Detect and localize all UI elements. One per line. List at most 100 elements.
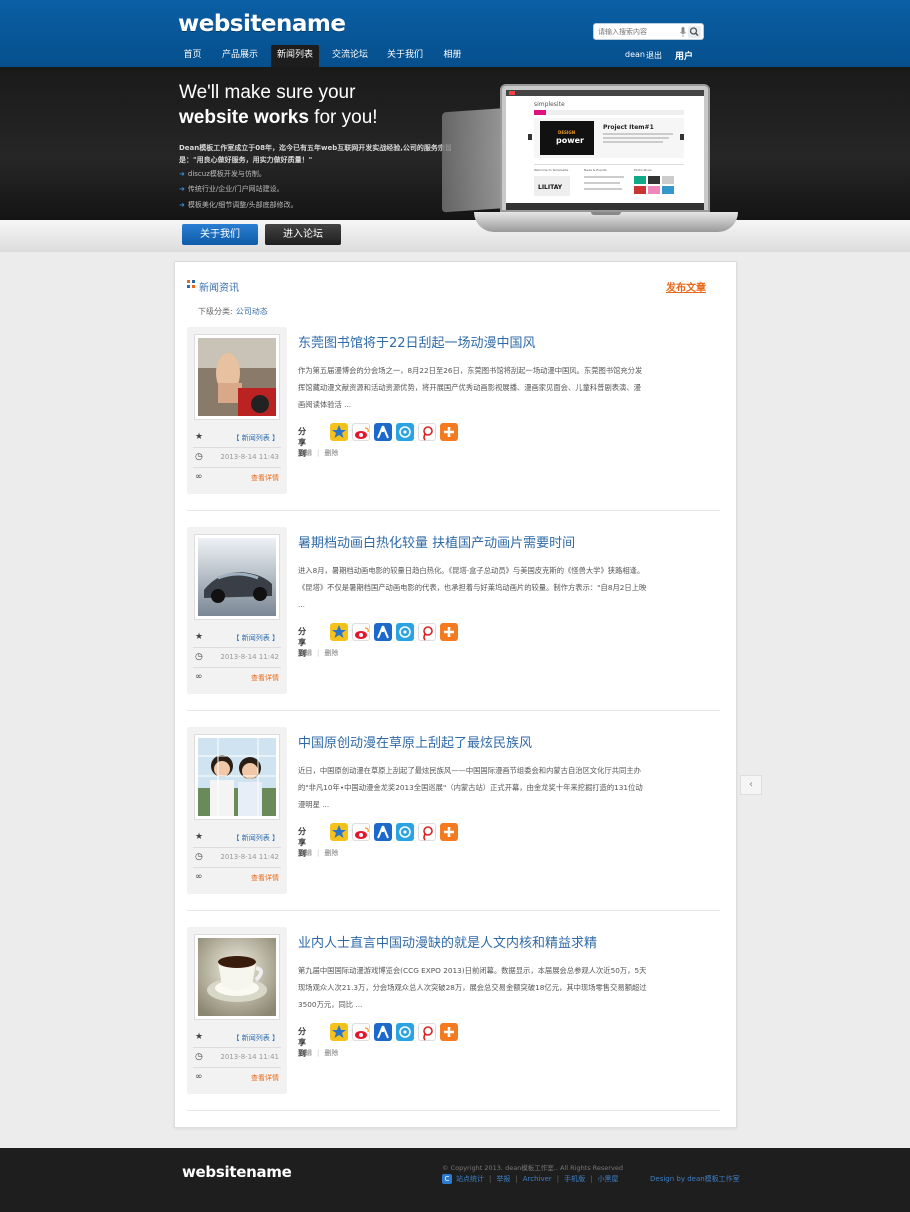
footer-link-stats[interactable]: 站点统计 xyxy=(456,1175,484,1183)
feature-text: 传统行业/企业/门户网站建设。 xyxy=(187,185,284,193)
footer-link-mobile[interactable]: 手机版 xyxy=(564,1175,585,1183)
edit-link[interactable]: 编辑 xyxy=(298,449,312,457)
weibo-icon[interactable] xyxy=(352,823,370,841)
more-share-icon[interactable] xyxy=(440,1023,458,1041)
feature-item: ➜ discuz模板开发与仿制。 xyxy=(179,169,266,179)
date-row: ◷ 2013-8-14 11:43 xyxy=(193,451,281,467)
nav-about[interactable]: 关于我们 xyxy=(381,45,429,67)
tencent-weibo-icon[interactable] xyxy=(418,1023,436,1041)
enter-forum-button[interactable]: 进入论坛 xyxy=(265,224,341,245)
article-thumbnail[interactable] xyxy=(194,934,280,1020)
microphone-icon[interactable] xyxy=(680,27,686,37)
more-share-icon[interactable] xyxy=(440,423,458,441)
edit-link[interactable]: 编辑 xyxy=(298,849,312,857)
divider xyxy=(193,447,281,448)
subcategory-link[interactable]: 公司动态 xyxy=(236,307,268,316)
article-thumbnail[interactable] xyxy=(194,534,280,620)
pengyou-icon[interactable] xyxy=(396,623,414,641)
hero-intro: Dean模板工作室成立于08年，迄今已有五年web互联网开发实战经验,公司的服务… xyxy=(179,144,452,164)
qzone-icon[interactable] xyxy=(330,423,348,441)
view-details-link[interactable]: 查看详情 xyxy=(251,673,279,683)
separator: | xyxy=(317,849,320,857)
edit-link[interactable]: 编辑 xyxy=(298,1049,312,1057)
category-link[interactable]: 【 新闻列表 】 xyxy=(233,1033,279,1043)
delete-link[interactable]: 删除 xyxy=(324,449,338,457)
pengyou-icon[interactable] xyxy=(396,823,414,841)
article-date: 2013-8-14 11:42 xyxy=(220,853,279,861)
design-credit[interactable]: Design by dean模板工作室 xyxy=(650,1174,740,1184)
star-icon: ★ xyxy=(195,1032,204,1042)
logout-link[interactable]: 退出 xyxy=(646,50,662,61)
preview-promo-2: power xyxy=(556,136,584,145)
article-title[interactable]: 暑期档动画白热化较量 扶植国产动画片需要时间 xyxy=(298,532,575,551)
nav-home[interactable]: 首页 xyxy=(176,45,209,67)
article-title[interactable]: 东莞图书馆将于22日刮起一场动漫中国风 xyxy=(298,332,536,351)
star-icon: ★ xyxy=(195,632,204,642)
delete-link[interactable]: 删除 xyxy=(324,1049,338,1057)
article-thumbnail[interactable] xyxy=(194,334,280,420)
site-logo[interactable]: websitename xyxy=(178,11,346,37)
renren-icon[interactable] xyxy=(374,623,392,641)
view-details-link[interactable]: 查看详情 xyxy=(251,1073,279,1083)
article-thumbnail[interactable] xyxy=(194,734,280,820)
renren-icon[interactable] xyxy=(374,423,392,441)
side-nav-tab[interactable]: ‹ xyxy=(740,775,762,795)
username-link[interactable]: dean xyxy=(625,50,645,59)
feature-text: discuz模板开发与仿制。 xyxy=(187,170,266,178)
category-link[interactable]: 【 新闻列表 】 xyxy=(233,633,279,643)
qzone-icon[interactable] xyxy=(330,623,348,641)
nav-products[interactable]: 产品展示 xyxy=(216,45,264,67)
nav-album[interactable]: 相册 xyxy=(436,45,469,67)
weibo-icon[interactable] xyxy=(352,623,370,641)
thumbnail-image xyxy=(198,738,276,816)
qzone-icon[interactable] xyxy=(330,823,348,841)
tencent-weibo-icon[interactable] xyxy=(418,423,436,441)
preview-news: News & Events xyxy=(584,168,607,172)
pengyou-icon[interactable] xyxy=(396,423,414,441)
subcategory-label: 下级分类: xyxy=(198,307,233,316)
separator: | xyxy=(590,1175,593,1183)
category-row: ★ 【 新闻列表 】 xyxy=(193,431,281,447)
more-share-icon[interactable] xyxy=(440,823,458,841)
delete-link[interactable]: 删除 xyxy=(324,849,338,857)
footer-link-report[interactable]: 举报 xyxy=(496,1175,510,1183)
category-row: ★ 【 新闻列表 】 xyxy=(193,631,281,647)
search-button[interactable] xyxy=(688,26,701,38)
tencent-weibo-icon[interactable] xyxy=(418,623,436,641)
weibo-icon[interactable] xyxy=(352,1023,370,1041)
search-box xyxy=(593,23,704,40)
about-us-button[interactable]: 关于我们 xyxy=(182,224,258,245)
article-date: 2013-8-14 11:43 xyxy=(220,453,279,461)
link-icon: ∞ xyxy=(195,672,203,682)
user-menu[interactable]: 用户 xyxy=(675,49,693,62)
divider xyxy=(193,1047,281,1048)
publish-article-link[interactable]: 发布文章 xyxy=(666,279,706,294)
nav-forum[interactable]: 交流论坛 xyxy=(326,45,374,67)
qzone-icon[interactable] xyxy=(330,1023,348,1041)
renren-icon[interactable] xyxy=(374,1023,392,1041)
tencent-weibo-icon[interactable] xyxy=(418,823,436,841)
footer-link-archiver[interactable]: Archiver xyxy=(523,1175,552,1183)
article-title[interactable]: 业内人士直言中国动漫缺的就是人文内核和精益求精 xyxy=(298,932,597,951)
category-link[interactable]: 【 新闻列表 】 xyxy=(233,433,279,443)
view-details-link[interactable]: 查看详情 xyxy=(251,473,279,483)
preview-welcome: Welcome to Simplesite xyxy=(534,168,568,172)
delete-link[interactable]: 删除 xyxy=(324,649,338,657)
more-share-icon[interactable] xyxy=(440,623,458,641)
more-row: ∞ 查看详情 xyxy=(193,871,281,887)
pengyou-icon[interactable] xyxy=(396,1023,414,1041)
weibo-icon[interactable] xyxy=(352,423,370,441)
nav-news[interactable]: 新闻列表 xyxy=(271,45,319,67)
article-summary: 作为第五届漫博会的分会场之一，8月22日至26日，东莞图书馆将刮起一场动漫中国风… xyxy=(298,366,643,409)
category-link[interactable]: 【 新闻列表 】 xyxy=(233,833,279,843)
hero-headline-rest: for you! xyxy=(308,107,378,128)
preview-photo: Photo Show xyxy=(634,168,652,172)
renren-icon[interactable] xyxy=(374,823,392,841)
footer-link-darkroom[interactable]: 小黑屋 xyxy=(598,1175,619,1183)
search-input[interactable] xyxy=(598,25,678,39)
edit-link[interactable]: 编辑 xyxy=(298,649,312,657)
article-title[interactable]: 中国原创动漫在草原上刮起了最炫民族风 xyxy=(298,732,532,751)
separator: | xyxy=(489,1175,492,1183)
view-details-link[interactable]: 查看详情 xyxy=(251,873,279,883)
footer-logo[interactable]: websitename xyxy=(182,1163,292,1181)
